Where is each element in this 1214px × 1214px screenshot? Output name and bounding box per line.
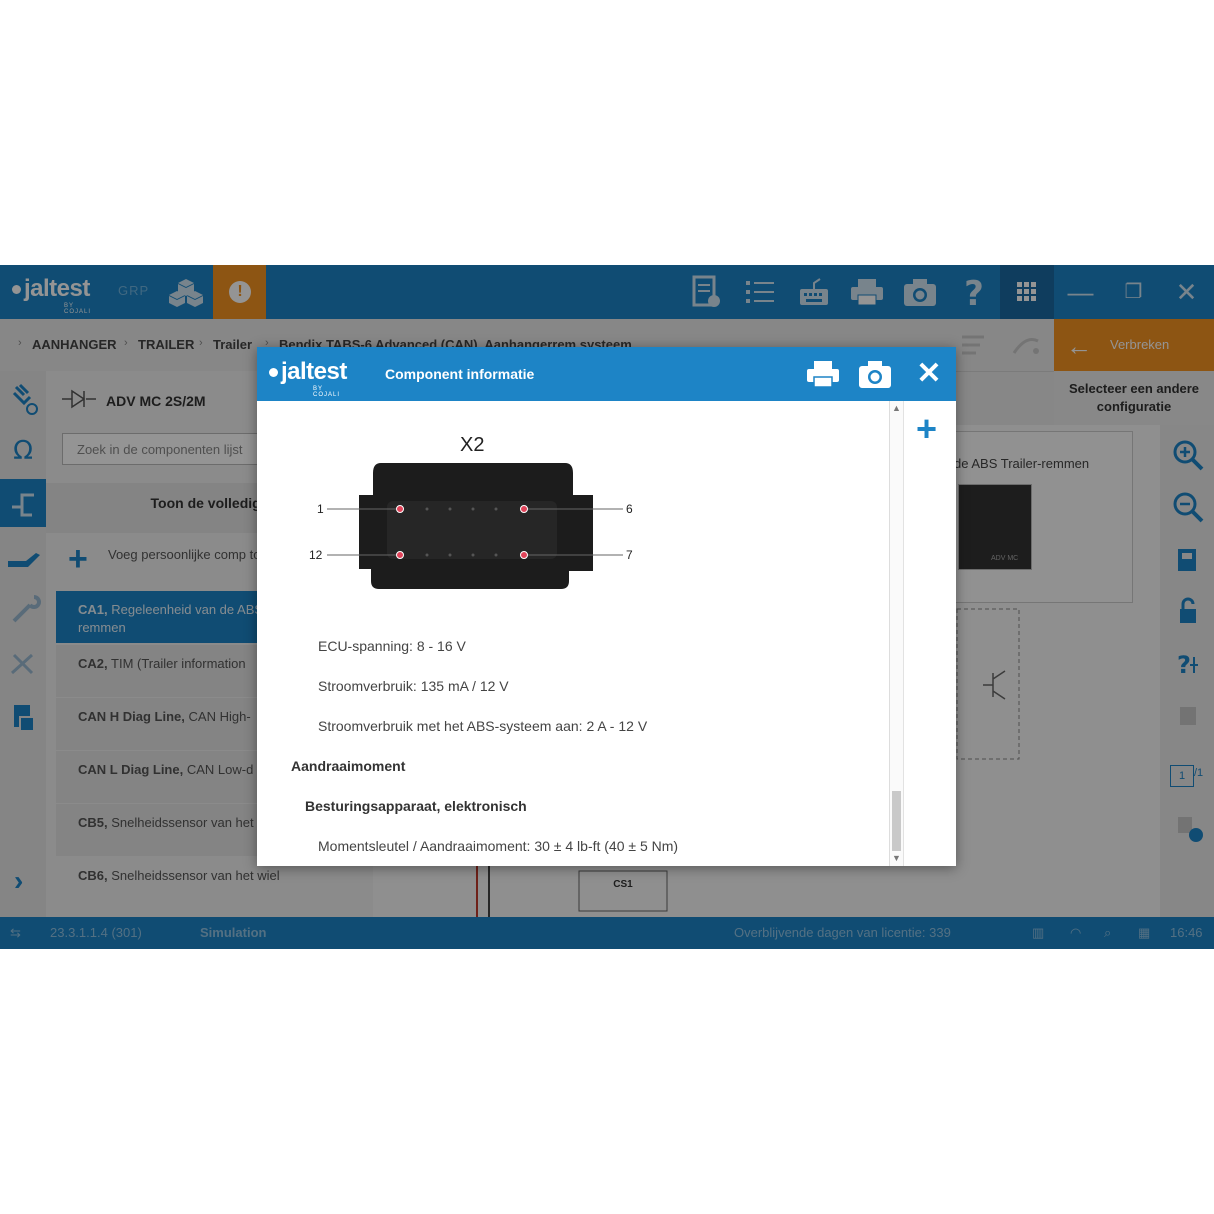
scroll-up-icon[interactable]: ▲: [892, 403, 901, 413]
dialog-header: jaltest BY COJALI Component informatie ✕: [257, 347, 956, 401]
info-line: Stroomverbruik: 135 mA / 12 V: [318, 678, 509, 694]
scroll-down-icon[interactable]: ▼: [892, 853, 901, 863]
dialog-logo: jaltest BY COJALI: [269, 358, 347, 398]
add-icon[interactable]: +: [916, 411, 937, 447]
close-icon[interactable]: ✕: [913, 355, 945, 393]
pin-label: 1: [317, 502, 324, 516]
info-line: ECU-spanning: 8 - 16 V: [318, 638, 466, 654]
info-line: Stroomverbruik met het ABS-systeem aan: …: [318, 718, 648, 734]
dialog-side-panel: +: [903, 401, 957, 866]
connector-x2-image: [327, 463, 623, 589]
dialog-scrollbar[interactable]: ▲ ▼: [889, 401, 904, 866]
pin-label: 6: [626, 502, 633, 516]
jaltest-app: jaltest BY COJALI GRP ! ? — ❐ ✕ › AANHAN…: [0, 265, 1214, 949]
pin-label: 12: [309, 548, 323, 562]
pin-label: 7: [626, 548, 633, 562]
component-info-dialog: jaltest BY COJALI Component informatie ✕ …: [257, 347, 956, 866]
scroll-thumb[interactable]: [892, 791, 901, 851]
dialog-title: Component informatie: [385, 366, 535, 382]
dialog-content: X2 1 6 12 7 ECU-spanning: 8 - 16 V Stroo…: [257, 401, 889, 866]
section-heading: Aandraaimoment: [291, 758, 406, 774]
section-subheading: Besturingsapparaat, elektronisch: [305, 798, 527, 814]
info-line: Momentsleutel / Aandraaimoment: 30 ± 4 l…: [318, 838, 679, 854]
connector-title: X2: [460, 434, 485, 456]
print-icon[interactable]: [805, 357, 841, 391]
camera-icon[interactable]: [857, 357, 893, 391]
